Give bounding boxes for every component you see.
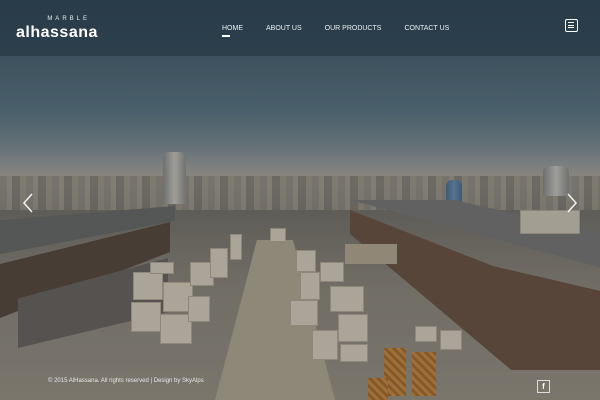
menu-icon-bar [568,22,574,23]
logo[interactable]: MARBLE alhassana [16,12,98,44]
logo-wordmark: alhassana [16,24,98,41]
site-header: MARBLE alhassana HOME ABOUT US OUR PRODU… [0,0,600,56]
facebook-icon[interactable]: f [537,380,550,393]
chevron-left-icon[interactable] [20,192,36,214]
nav-item-about-us[interactable]: ABOUT US [266,25,302,32]
nav-item-contact-us[interactable]: CONTACT US [404,25,449,32]
nav-item-our-products[interactable]: OUR PRODUCTS [325,25,382,32]
main-nav: HOME ABOUT US OUR PRODUCTS CONTACT US [222,0,472,56]
chevron-left-icon-graphic [22,193,33,213]
hero-overlay [0,0,600,400]
menu-icon[interactable] [565,19,578,32]
menu-icon-bar [568,24,574,26]
logo-tagline: MARBLE [47,16,90,22]
chevron-right-icon[interactable] [564,192,580,214]
menu-icon-bar [568,27,574,28]
nav-item-home[interactable]: HOME [222,25,243,37]
footer-copyright: © 2015 AlHassana. All rights reserved | … [48,378,204,384]
hero-background [0,0,600,400]
chevron-right-icon-graphic [567,193,578,213]
